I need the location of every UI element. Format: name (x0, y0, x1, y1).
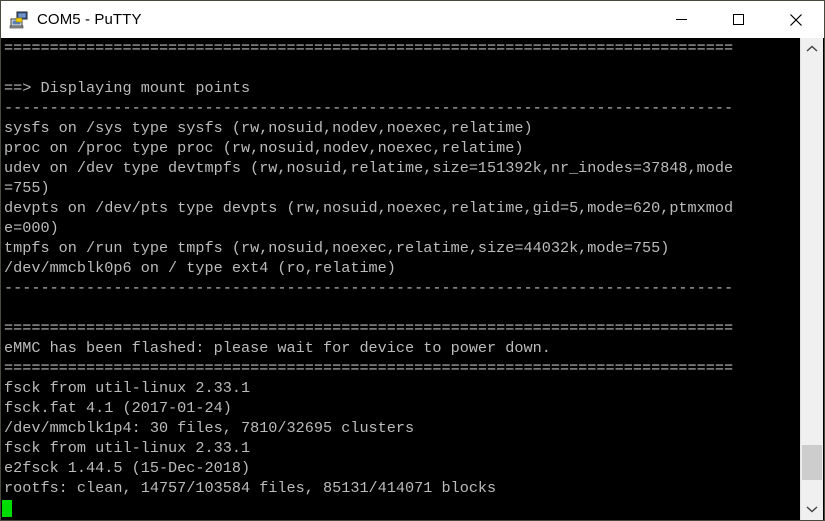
minimize-button[interactable] (653, 1, 710, 38)
terminal-line: ----------------------------------------… (4, 99, 734, 117)
terminal-line: e=000) (4, 219, 59, 237)
putty-computer-icon (8, 9, 30, 31)
terminal-line: sysfs on /sys type sysfs (rw,nosuid,node… (4, 119, 533, 137)
terminal-line: devpts on /dev/pts type devpts (rw,nosui… (4, 199, 734, 217)
terminal-line: ========================================… (4, 319, 734, 337)
scrollbar-track[interactable] (801, 60, 823, 498)
terminal-line: =755) (4, 179, 50, 197)
terminal-line: ==> Displaying mount points (4, 79, 251, 97)
terminal-line: fsck from util-linux 2.33.1 (4, 379, 251, 397)
terminal-cursor (2, 499, 12, 517)
terminal-line: ========================================… (4, 359, 734, 377)
terminal-screen[interactable]: ========================================… (2, 38, 802, 520)
terminal-cursor-line (2, 498, 802, 518)
window-title: COM5 - PuTTY (37, 11, 142, 28)
terminal-line: udev on /dev type devtmpfs (rw,nosuid,re… (4, 159, 734, 177)
terminal-line: ========================================… (4, 39, 734, 57)
putty-window: COM5 - PuTTY ===========================… (0, 0, 825, 521)
terminal-line: fsck from util-linux 2.33.1 (4, 439, 251, 457)
terminal-line: /dev/mmcblk1p4: 30 files, 7810/32695 clu… (4, 419, 415, 437)
terminal-line: proc on /proc type proc (rw,nosuid,nodev… (4, 139, 524, 157)
scrollbar-up-button[interactable] (801, 38, 823, 60)
terminal-scrollbar[interactable] (800, 38, 823, 520)
title-bar[interactable]: COM5 - PuTTY (1, 1, 824, 38)
terminal-line: ----------------------------------------… (4, 279, 734, 297)
close-button[interactable] (767, 1, 824, 38)
terminal-text: ========================================… (2, 38, 802, 498)
terminal-line: e2fsck 1.44.5 (15-Dec-2018) (4, 459, 251, 477)
terminal-line: rootfs: clean, 14757/103584 files, 85131… (4, 479, 497, 497)
maximize-button[interactable] (710, 1, 767, 38)
window-controls (653, 1, 824, 38)
terminal-line: /dev/mmcblk0p6 on / type ext4 (ro,relati… (4, 259, 396, 277)
scrollbar-down-button[interactable] (801, 498, 823, 520)
terminal-line: eMMC has been flashed: please wait for d… (4, 339, 551, 357)
terminal-line: fsck.fat 4.1 (2017-01-24) (4, 399, 232, 417)
terminal-line: tmpfs on /run type tmpfs (rw,nosuid,noex… (4, 239, 670, 257)
scrollbar-thumb[interactable] (802, 445, 822, 481)
